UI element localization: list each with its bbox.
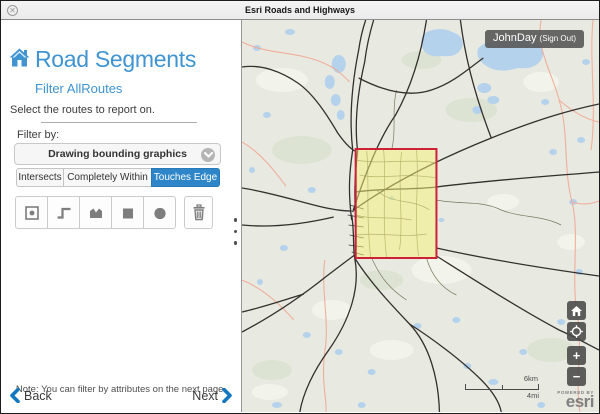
filter-mode-dropdown[interactable]: Drawing bounding graphics [14, 143, 221, 165]
tab-completely-within[interactable]: Completely Within [63, 168, 152, 187]
chevron-right-icon [222, 388, 232, 403]
tab-intersects[interactable]: Intersects [16, 168, 64, 187]
next-button[interactable]: Next [192, 388, 232, 403]
panel-resize-handle[interactable] [234, 218, 238, 245]
selection-rectangle[interactable] [356, 149, 437, 258]
back-button[interactable]: Back [10, 388, 52, 403]
chevron-left-icon [10, 388, 20, 403]
esri-brand-label: esri [557, 395, 594, 409]
instruction-text: Select the routes to report on. [10, 104, 155, 116]
delete-graphics-button[interactable] [184, 196, 213, 229]
zoom-in-button[interactable]: + [567, 346, 586, 365]
map-controls: + − [567, 301, 586, 386]
point-tool-button[interactable] [15, 196, 48, 229]
polygon-icon [88, 205, 104, 221]
locate-button[interactable] [567, 322, 586, 341]
circle-icon [152, 205, 168, 221]
map-home-button[interactable] [567, 301, 586, 320]
divider [41, 122, 197, 123]
window-title: Esri Roads and Highways [1, 1, 599, 19]
trash-icon [191, 204, 207, 221]
back-label: Back [24, 389, 52, 403]
app-window: ✕ Esri Roads and Highways Road Segments [0, 0, 600, 414]
page-title: Road Segments [35, 46, 196, 73]
close-icon[interactable]: ✕ [7, 5, 18, 16]
filter-panel: Road Segments Filter AllRoutes Select th… [1, 20, 242, 412]
scale-mi-label: 4mi [465, 391, 539, 400]
sign-out-label: (Sign Out) [540, 34, 576, 43]
draw-toolbar [15, 196, 213, 229]
home-icon [571, 306, 582, 316]
esri-logo: POWERED BY esri [557, 390, 594, 409]
polyline-tool-button[interactable] [47, 196, 80, 229]
rectangle-tool-button[interactable] [111, 196, 144, 229]
home-icon [9, 48, 30, 72]
circle-tool-button[interactable] [143, 196, 176, 229]
next-label: Next [192, 389, 218, 403]
spatial-relation-tabs: Intersects Completely Within Touches Edg… [16, 168, 220, 187]
polyline-icon [56, 205, 72, 221]
user-signout-button[interactable]: JohnDay (Sign Out) [485, 30, 584, 48]
dropdown-value: Drawing bounding graphics [48, 148, 187, 160]
username: JohnDay [493, 32, 536, 44]
point-icon [24, 205, 40, 221]
scale-bar-line [465, 384, 539, 390]
polygon-tool-button[interactable] [79, 196, 112, 229]
chevron-down-icon[interactable] [201, 148, 215, 162]
title-bar: ✕ Esri Roads and Highways [1, 1, 599, 20]
scale-km-label: 6km [465, 374, 539, 383]
filter-by-label: Filter by: [17, 129, 59, 141]
scale-bar: 6km 4mi [465, 374, 539, 400]
zoom-out-button[interactable]: − [567, 367, 586, 386]
crosshair-icon [570, 325, 583, 338]
basemap-graphic [242, 20, 599, 412]
rectangle-icon [120, 205, 136, 221]
map-canvas[interactable]: JohnDay (Sign Out) [242, 20, 599, 412]
tab-touches-edge[interactable]: Touches Edge [151, 168, 220, 187]
page-subtitle: Filter AllRoutes [35, 81, 122, 96]
